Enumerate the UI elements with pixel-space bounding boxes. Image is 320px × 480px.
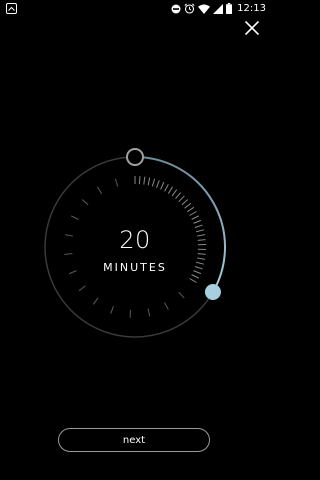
dial-tick: [78, 285, 86, 292]
dial-tick: [178, 195, 185, 203]
dial-tick: [196, 229, 205, 233]
dial-tick: [181, 199, 189, 206]
dial-tick: [167, 186, 174, 194]
dial-tick: [64, 234, 74, 237]
dial-tick: [92, 297, 99, 305]
dial-tick: [193, 270, 202, 275]
dial-tick: [175, 192, 182, 200]
dial-tick: [64, 253, 73, 255]
timer-dial[interactable]: 20 MINUTES: [0, 0, 270, 480]
dial-tick: [193, 219, 202, 224]
dial-tick: [196, 234, 206, 237]
dial-tick: [191, 215, 200, 220]
dial-tick: [194, 224, 203, 229]
minutes-value: 20: [119, 226, 151, 254]
dial-tick: [197, 239, 206, 241]
start-handle[interactable]: [126, 148, 144, 166]
dial-tick: [164, 184, 169, 192]
dial-tick: [114, 178, 119, 187]
dial-tick: [171, 189, 178, 197]
next-button[interactable]: next: [58, 428, 210, 452]
dial-tick: [110, 306, 114, 314]
dial-tick: [81, 199, 89, 206]
dial-tick: [160, 181, 165, 190]
dial-tick: [129, 309, 132, 318]
dial-tick: [196, 257, 206, 260]
dial-tick: [143, 176, 146, 185]
dial-tick: [196, 261, 205, 265]
dial-tick: [194, 265, 203, 270]
dial-tick: [96, 186, 103, 194]
dial-tick: [191, 274, 200, 279]
dial-tick: [151, 178, 156, 187]
end-handle[interactable]: [204, 284, 221, 300]
dial-tick: [189, 278, 197, 283]
dial-tick: [178, 291, 185, 299]
dial-tick: [147, 177, 151, 186]
dial-tick: [186, 206, 195, 213]
dial-tick: [138, 176, 141, 185]
dial-tick: [156, 180, 160, 188]
minutes-label: MINUTES: [103, 261, 167, 274]
dial-tick: [197, 253, 206, 255]
dial-tick: [184, 202, 192, 209]
dial-tick: [70, 215, 79, 220]
dial-tick: [189, 211, 197, 216]
dial-tick: [147, 308, 151, 317]
dial-tick: [68, 270, 77, 275]
dial-tick: [164, 302, 169, 310]
